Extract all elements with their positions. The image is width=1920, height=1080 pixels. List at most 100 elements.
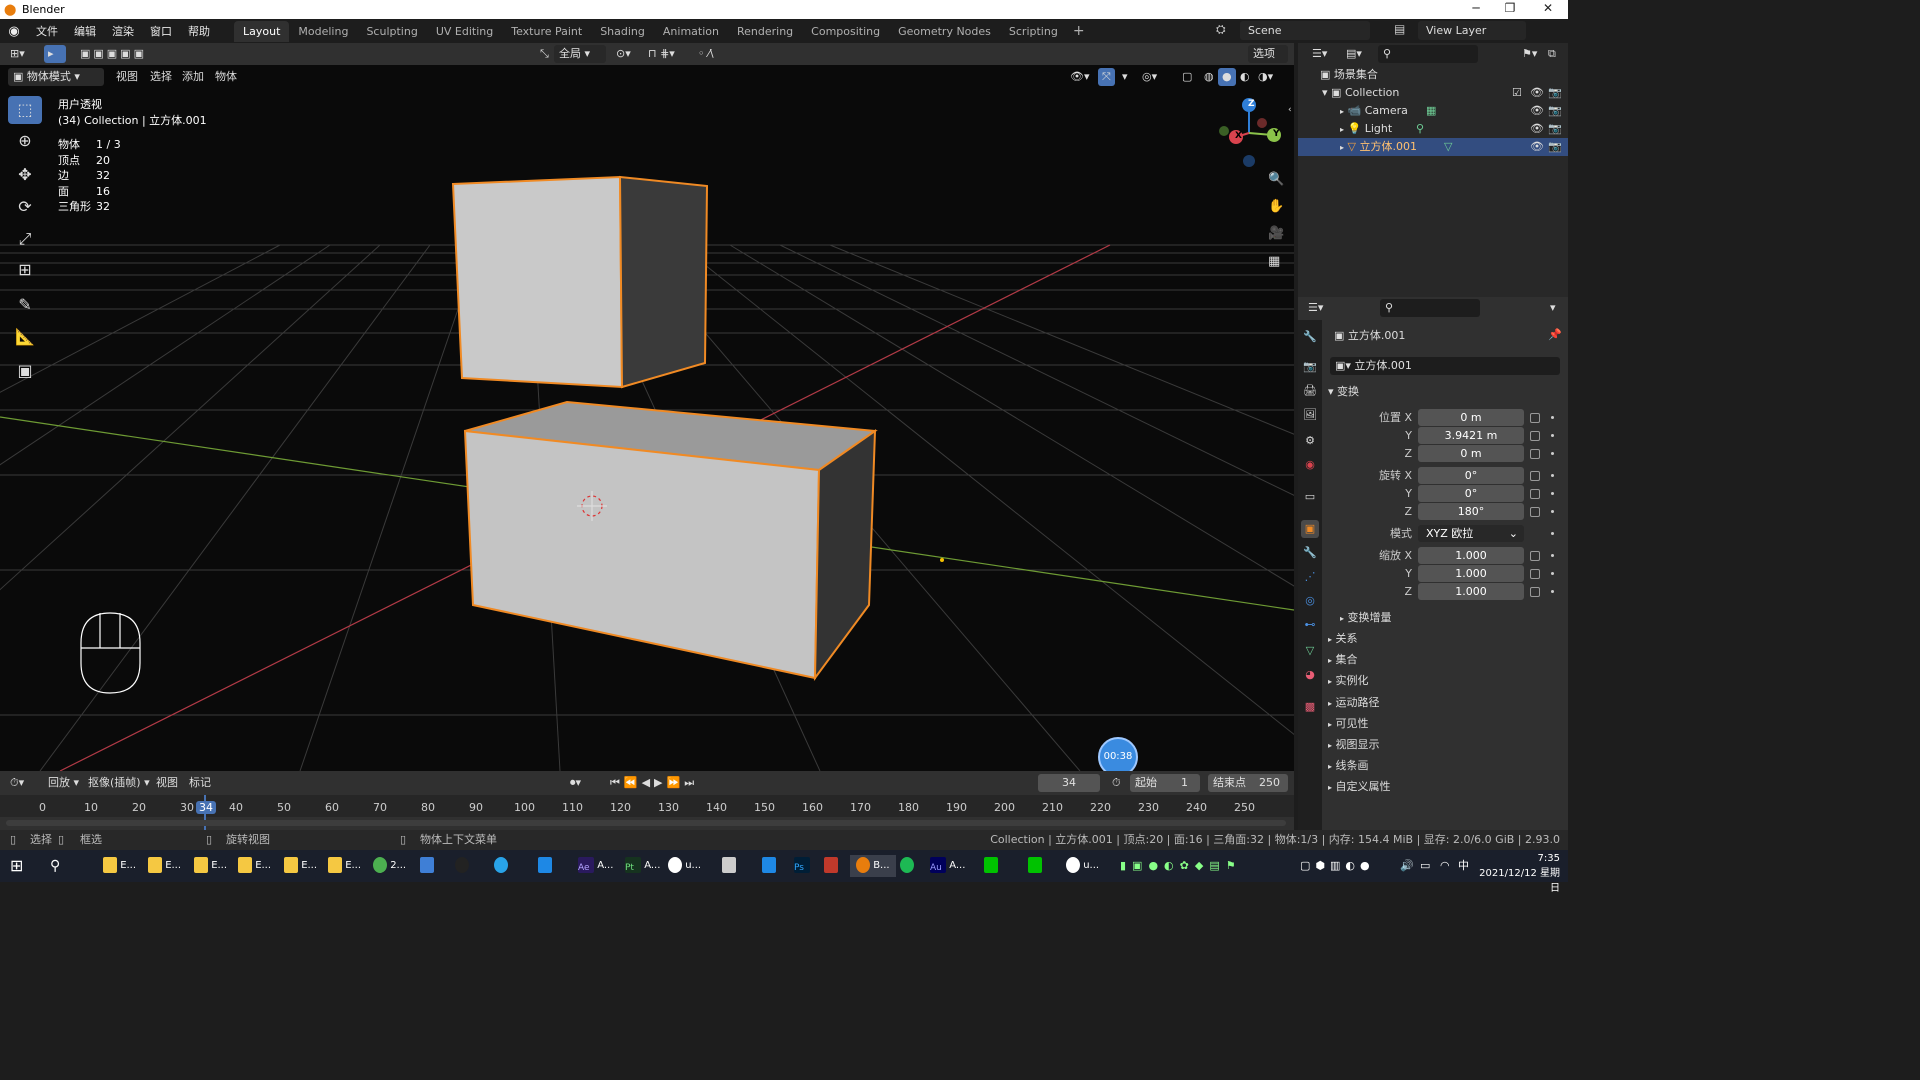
rotation-mode-dropdown[interactable]: XYZ 欧拉 ⌄ <box>1418 525 1524 542</box>
add-workspace-icon[interactable]: + <box>1067 23 1091 39</box>
outliner-scene-collection[interactable]: ▣ 场景集合 <box>1298 66 1568 84</box>
eye-icon[interactable]: 👁 <box>1530 120 1544 138</box>
system-tray-icons[interactable]: ▮▣●◐✿◆▤⚑ <box>1120 855 1242 877</box>
tray-network-icons[interactable]: ▢⬢▥◐● <box>1300 855 1375 877</box>
tab-scripting[interactable]: Scripting <box>1000 21 1067 42</box>
eye-icon[interactable]: 👁 <box>1530 138 1544 156</box>
end-frame-field[interactable]: 结束点 250 <box>1208 774 1288 792</box>
taskbar-app-blender[interactable]: B... <box>850 855 896 877</box>
xray-icon[interactable]: ▢ <box>1178 68 1196 86</box>
location-z-field[interactable]: 0 m <box>1418 445 1524 462</box>
tab-geometry-nodes[interactable]: Geometry Nodes <box>889 21 1000 42</box>
blender-menu-icon[interactable]: ◉ <box>0 24 28 39</box>
delta-transform-panel[interactable]: ▸ 变换增量 <box>1340 608 1572 628</box>
render-icon[interactable]: 📷 <box>1548 138 1562 156</box>
stopwatch-icon[interactable]: ⏱ <box>1108 774 1125 792</box>
render-tab-icon[interactable]: 📷 <box>1301 358 1319 376</box>
cursor-tool-icon[interactable]: ⊕ <box>8 127 42 155</box>
lock-icon[interactable] <box>1530 551 1540 561</box>
taskbar-app-unreal[interactable]: u... <box>668 855 701 877</box>
texture-tab-icon[interactable]: ▩ <box>1301 698 1319 716</box>
taskbar-app-vscode[interactable] <box>538 855 552 877</box>
tab-texture-paint[interactable]: Texture Paint <box>502 21 591 42</box>
rotate-tool-icon[interactable]: ⟳ <box>8 193 42 221</box>
menu-render[interactable]: 渲染 <box>104 23 142 39</box>
sidebar-toggle-icon[interactable]: ‹ <box>1284 101 1294 119</box>
tab-modeling[interactable]: Modeling <box>289 21 357 42</box>
viewport-menu-object[interactable]: 物体 <box>211 68 241 86</box>
keying-menu[interactable]: 抠像(插帧) ▾ <box>84 774 154 792</box>
scene-selector-icon[interactable]: ⛭ <box>1216 22 1226 37</box>
visibility-panel[interactable]: ▸ 可见性 <box>1328 714 1560 734</box>
lock-icon[interactable] <box>1530 449 1540 459</box>
pivot-icon[interactable]: ⊙▾ <box>612 45 635 63</box>
keyframe-dot-icon[interactable] <box>1551 416 1554 419</box>
maximize-button[interactable]: ❐ <box>1493 0 1527 19</box>
zoom-icon[interactable]: 🔍 <box>1264 171 1288 189</box>
taskbar-app-iqiyi-2[interactable] <box>1028 855 1042 877</box>
keyframe-dot-icon[interactable] <box>1551 452 1554 455</box>
battery-icon[interactable]: ▭ <box>1420 855 1430 877</box>
taskbar-explorer-1[interactable]: E... <box>103 855 136 877</box>
shading-wireframe-icon[interactable]: ◍ <box>1200 68 1218 86</box>
annotate-tool-icon[interactable]: ✎ <box>8 291 42 319</box>
outliner-item-camera[interactable]: ▸ 📹 Camera ▦ 👁 📷 <box>1298 102 1568 120</box>
menu-edit[interactable]: 编辑 <box>66 23 104 39</box>
rotation-y-field[interactable]: 0° <box>1418 485 1524 502</box>
keyframe-dot-icon[interactable] <box>1551 572 1554 575</box>
scale-z-field[interactable]: 1.000 <box>1418 583 1524 600</box>
lock-icon[interactable] <box>1530 507 1540 517</box>
tab-rendering[interactable]: Rendering <box>728 21 802 42</box>
display-mode-icon[interactable]: ▤▾ <box>1342 45 1366 63</box>
viewport-menu-select[interactable]: 选择 <box>146 68 176 86</box>
tool-tab-icon[interactable]: 🔧 <box>1301 328 1319 346</box>
measure-tool-icon[interactable]: 📐 <box>8 323 42 351</box>
taskbar-explorer-6[interactable]: E... <box>328 855 361 877</box>
search-icon[interactable]: ⚲ <box>50 855 60 877</box>
location-x-field[interactable]: 0 m <box>1418 409 1524 426</box>
ortho-grid-icon[interactable]: ▦ <box>1264 253 1284 271</box>
taskbar-explorer-5[interactable]: E... <box>284 855 317 877</box>
minimize-button[interactable]: ─ <box>1459 0 1493 19</box>
lock-icon[interactable] <box>1530 471 1540 481</box>
constraints-tab-icon[interactable]: ⊷ <box>1301 616 1319 634</box>
taskbar-app-green[interactable] <box>900 855 914 877</box>
outliner-collection[interactable]: ▾ ▣ Collection ☑ 👁 📷 <box>1298 84 1568 102</box>
scale-x-field[interactable]: 1.000 <box>1418 547 1524 564</box>
windows-start-icon[interactable]: ⊞ <box>10 855 23 877</box>
add-cube-tool-icon[interactable]: ▣ <box>8 357 42 385</box>
gizmo-toggle-icon[interactable]: ⤧ <box>1098 68 1115 86</box>
lock-icon[interactable] <box>1530 587 1540 597</box>
playback-controls-icons[interactable]: ⏮⏪◀▶⏩⏭ <box>606 774 702 792</box>
instancing-panel[interactable]: ▸ 实例化 <box>1328 671 1560 691</box>
relations-panel[interactable]: ▸ 关系 <box>1328 629 1560 649</box>
outliner-type-icon[interactable]: ☰▾ <box>1308 45 1331 63</box>
view-layer-icon[interactable]: ▤ <box>1394 22 1405 36</box>
taskbar-app-pt[interactable]: Pt A... <box>625 855 660 877</box>
lock-icon[interactable] <box>1530 569 1540 579</box>
expand-icon[interactable]: ▸ <box>1340 143 1344 152</box>
gizmo-dropdown-icon[interactable]: ▾ <box>1118 68 1132 86</box>
viewport-display-panel[interactable]: ▸ 视图显示 <box>1328 735 1560 755</box>
keyframe-dot-icon[interactable] <box>1551 554 1554 557</box>
timeline-scrollbar[interactable] <box>6 820 1286 826</box>
camera-view-icon[interactable]: 🎥 <box>1264 225 1288 243</box>
render-icon[interactable]: 📷 <box>1548 120 1562 138</box>
tab-sculpting[interactable]: Sculpting <box>357 21 426 42</box>
outliner-item-light[interactable]: ▸ 💡 Light ⚲ 👁 📷 <box>1298 120 1568 138</box>
taskbar-app-window[interactable] <box>762 855 776 877</box>
eye-icon[interactable]: 👁 <box>1530 102 1544 120</box>
tab-animation[interactable]: Animation <box>654 21 728 42</box>
mesh-data-icon[interactable]: ▽ <box>1444 138 1452 156</box>
top-cube[interactable] <box>451 175 709 389</box>
start-frame-field[interactable]: 起始 1 <box>1130 774 1200 792</box>
taskbar-app-aftereffects[interactable]: Ae A... <box>578 855 613 877</box>
scale-y-field[interactable]: 1.000 <box>1418 565 1524 582</box>
taskbar-app-tool[interactable] <box>722 855 736 877</box>
snap-icon[interactable]: ⊓ ⋕▾ <box>644 45 679 63</box>
filter-icon[interactable]: ⚑▾ <box>1518 45 1541 63</box>
menu-help[interactable]: 帮助 <box>180 23 218 39</box>
select-box-tool-icon[interactable]: ⬚ <box>8 96 42 124</box>
clock[interactable]: 7:35 2021/12/12 星期日 <box>1474 851 1560 896</box>
selection-mode-icons[interactable]: ▣▣▣▣▣ <box>76 45 162 63</box>
